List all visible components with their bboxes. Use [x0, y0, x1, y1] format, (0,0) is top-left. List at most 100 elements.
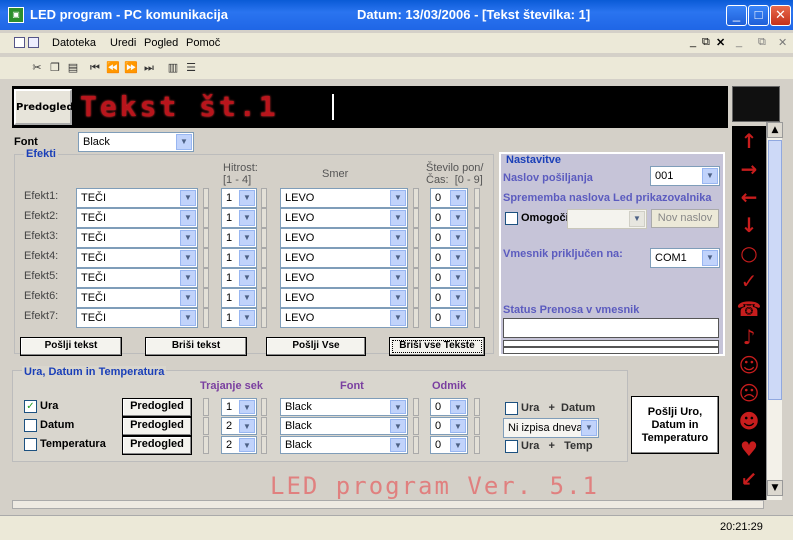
nov-naslov-button[interactable]: Nov naslov	[651, 209, 719, 228]
efekt-select[interactable]: TEČI ▼	[76, 288, 198, 308]
mdi-restore-icon[interactable]: ⧉	[702, 36, 710, 49]
ura-font-select[interactable]: Black ▼	[280, 398, 408, 416]
ni-izpisa-select[interactable]: Ni izpisa dneva ▼	[503, 418, 599, 438]
copy-icon[interactable]: ❐	[48, 61, 62, 75]
face-icon[interactable]: ☻	[736, 408, 762, 434]
ura-predogled-button[interactable]: Predogled	[122, 436, 192, 455]
bell-icon[interactable]: ♪	[736, 324, 762, 350]
poslji-vse-button[interactable]: Pošlji Vse	[266, 337, 366, 356]
count-track[interactable]	[474, 268, 480, 288]
arrow-right-icon[interactable]: →	[736, 156, 762, 182]
speed-track[interactable]	[261, 248, 267, 268]
smer-select[interactable]: LEVO ▼	[280, 188, 408, 208]
count-select[interactable]: 0 ▼	[430, 288, 468, 308]
ura-row-checkbox[interactable]	[24, 438, 37, 451]
mdi-minimize-icon[interactable]: _	[690, 36, 696, 48]
speed-track[interactable]	[261, 268, 267, 288]
naslov-select[interactable]: 001 ▼	[650, 166, 720, 186]
speed-select[interactable]: 1 ▼	[221, 268, 257, 288]
ura-temp-checkbox[interactable]	[505, 440, 518, 453]
smer-select[interactable]: LEVO ▼	[280, 308, 408, 328]
smer-track[interactable]	[413, 208, 419, 228]
circle-icon[interactable]: ○	[736, 240, 762, 266]
speed-track[interactable]	[261, 228, 267, 248]
ura-track[interactable]	[203, 398, 209, 416]
count-track[interactable]	[474, 228, 480, 248]
menu-pogled[interactable]: Pogled	[144, 37, 178, 49]
right-scrollbar[interactable]: ▲ ▼	[766, 122, 783, 500]
count-track[interactable]	[474, 248, 480, 268]
speed-select[interactable]: 1 ▼	[221, 288, 257, 308]
speed-select[interactable]: 1 ▼	[221, 228, 257, 248]
efekt-track[interactable]	[203, 228, 209, 248]
heart-icon[interactable]: ♥	[736, 436, 762, 462]
poslji-tekst-button[interactable]: Pošlji tekst	[20, 337, 122, 356]
mdi-minimize-icon-2[interactable]: _	[736, 36, 742, 48]
ura-font-select[interactable]: Black ▼	[280, 436, 408, 454]
maximize-button[interactable]: □	[748, 5, 769, 26]
smer-track[interactable]	[413, 228, 419, 248]
efekt-track[interactable]	[203, 308, 209, 328]
book-icon[interactable]: ▥	[166, 61, 180, 75]
efekt-select[interactable]: TEČI ▼	[76, 308, 198, 328]
first-icon[interactable]: ⏮	[88, 61, 102, 75]
brisi-vse-tekste-button[interactable]: Briši vse Tekste	[389, 337, 485, 356]
speed-track[interactable]	[261, 288, 267, 308]
smer-track[interactable]	[413, 288, 419, 308]
efekt-select[interactable]: TEČI ▼	[76, 268, 198, 288]
ura-predogled-button[interactable]: Predogled	[122, 417, 192, 436]
list-icon[interactable]: ☰	[184, 61, 198, 75]
smile-icon[interactable]: ☺	[736, 352, 762, 378]
offset-track[interactable]	[474, 436, 480, 454]
offset-select[interactable]: 0 ▼	[430, 436, 468, 454]
bottom-scrollbar[interactable]	[12, 500, 764, 509]
efekt-track[interactable]	[203, 248, 209, 268]
ura-track[interactable]	[203, 436, 209, 454]
vmesnik-select[interactable]: COM1 ▼	[650, 248, 720, 268]
offset-track[interactable]	[474, 417, 480, 435]
ura-datum-checkbox[interactable]	[505, 402, 518, 415]
poslji-uro-button[interactable]: Pošlji Uro, Datum in Temperaturo	[631, 396, 719, 454]
menu-pomoc[interactable]: Pomoč	[186, 37, 220, 49]
last-icon[interactable]: ⏭	[142, 61, 156, 75]
offset-select[interactable]: 0 ▼	[430, 398, 468, 416]
count-select[interactable]: 0 ▼	[430, 228, 468, 248]
smer-select[interactable]: LEVO ▼	[280, 288, 408, 308]
count-select[interactable]: 0 ▼	[430, 308, 468, 328]
speed-select[interactable]: 1 ▼	[221, 188, 257, 208]
offset-track[interactable]	[474, 398, 480, 416]
scroll-down-icon[interactable]: ▼	[767, 480, 783, 496]
neutral-face-icon[interactable]: ☹	[736, 380, 762, 406]
efekt-track[interactable]	[203, 208, 209, 228]
duration-track[interactable]	[261, 398, 267, 416]
count-select[interactable]: 0 ▼	[430, 188, 468, 208]
font-track[interactable]	[413, 436, 419, 454]
ura-row-checkbox[interactable]	[24, 419, 37, 432]
arrow-down-icon[interactable]: ↓	[736, 212, 762, 238]
predogled-button[interactable]: Predogled	[14, 89, 74, 125]
smer-track[interactable]	[413, 268, 419, 288]
arrow-left-icon[interactable]: ←	[736, 184, 762, 210]
efekt-select[interactable]: TEČI ▼	[76, 188, 198, 208]
speed-track[interactable]	[261, 208, 267, 228]
speed-track[interactable]	[261, 188, 267, 208]
check-icon[interactable]: ✓	[736, 268, 762, 294]
smer-select[interactable]: LEVO ▼	[280, 248, 408, 268]
count-track[interactable]	[474, 188, 480, 208]
count-select[interactable]: 0 ▼	[430, 268, 468, 288]
omogoci-select[interactable]: ▼	[567, 209, 647, 229]
smer-track[interactable]	[413, 248, 419, 268]
scroll-thumb[interactable]	[768, 140, 782, 400]
arrow-up-icon[interactable]: ↑	[736, 128, 762, 154]
offset-select[interactable]: 0 ▼	[430, 417, 468, 435]
efekt-track[interactable]	[203, 188, 209, 208]
speed-select[interactable]: 1 ▼	[221, 208, 257, 228]
close-button[interactable]: ✕	[770, 5, 791, 26]
speed-track[interactable]	[261, 308, 267, 328]
duration-track[interactable]	[261, 417, 267, 435]
minimize-button[interactable]: _	[726, 5, 747, 26]
speed-select[interactable]: 1 ▼	[221, 308, 257, 328]
duration-select[interactable]: 2 ▼	[221, 436, 257, 454]
font-track[interactable]	[413, 417, 419, 435]
paste-icon[interactable]: ▤	[66, 61, 80, 75]
